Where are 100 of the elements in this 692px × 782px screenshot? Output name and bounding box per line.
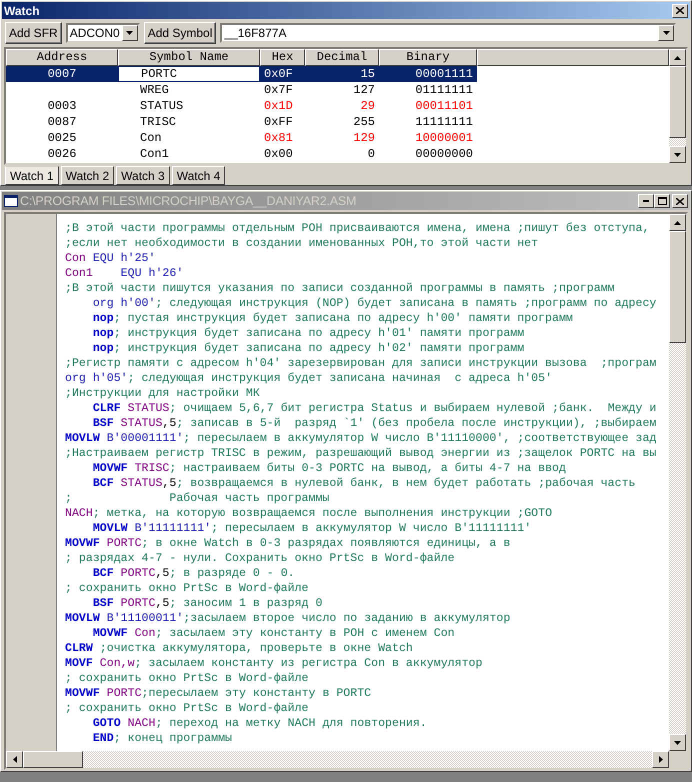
close-icon	[676, 198, 684, 204]
column-header[interactable]: Decimal	[305, 49, 379, 66]
scroll-left-button[interactable]	[6, 751, 23, 768]
table-cell: 0007	[6, 66, 118, 82]
table-cell-text: 255	[352, 114, 376, 130]
table-cell-text: WREG	[139, 82, 170, 98]
code-line: ;Настраиваем регистр TRISC в режим, разрешающий вывод энергии из ;защелок PORTC на вы	[65, 446, 658, 461]
code-line: Con EQU h'25'	[65, 251, 156, 266]
window-icon	[4, 195, 18, 207]
code-line: CLRF STATUS; очищаем 5,6,7 бит регистра Status и выбираем нулевой ;банк. Между и	[92, 401, 658, 416]
scroll-down-button[interactable]	[669, 734, 686, 751]
table-cell-text: 11111111	[414, 114, 474, 130]
window-title: C:\PROGRAM FILES\MICROCHIP\BAYGA__DANIYAR2.ASM	[20, 194, 358, 208]
code-line: nop; инструкция будет записана по адресу h′01′ памяти программ	[92, 326, 526, 341]
table-cell-text: 0003	[46, 98, 78, 114]
code-line: BSF PORTC,5; заносим 1 в разряд 0	[92, 596, 324, 611]
column-header[interactable]: Binary	[379, 49, 477, 66]
watch-tab[interactable]: Watch 3	[116, 166, 170, 185]
code-line: MOVLW B'00001111'; пересылаем в аккумулятор W число B′11110000′, ;соответствующее зад	[65, 431, 658, 446]
scroll-right-button[interactable]	[652, 751, 669, 768]
code-line: MOVWF TRISC; настраиваем биты 0-3 PORTC на вывод, а биты 4-7 на ввод	[92, 461, 567, 476]
sfr-dropdown[interactable]: ADCON0	[66, 23, 140, 43]
scroll-down-button[interactable]	[669, 146, 686, 163]
scroll-thumb[interactable]	[669, 66, 686, 138]
left-arrow-icon	[12, 756, 16, 763]
code-line: ;Инструкции для настройки МК	[65, 386, 261, 401]
table-cell-text: 00000000	[414, 146, 474, 162]
window-title: Watch	[4, 4, 41, 18]
table-cell: 0x0F	[260, 66, 305, 82]
close-button[interactable]	[672, 4, 688, 18]
code-line: ; Рабочая часть программы	[65, 491, 330, 506]
code-line: BCF STATUS,5; возвращаемся в нулевой банк, в нем будет работать ;рабочая часть	[92, 476, 637, 491]
code-line: nop; пустая инструкция будет записана по адресу h′00′ памяти программ	[92, 311, 574, 326]
column-header[interactable]: Hex	[260, 49, 305, 66]
code-line: ;если нет необходимости в создании именованных РОН,то этой части нет	[65, 236, 540, 251]
scroll-up-button[interactable]	[669, 49, 686, 66]
table-cell-text: 0025	[46, 130, 78, 146]
code-line: Con1 EQU h'26'	[65, 266, 184, 281]
column-header[interactable]: Symbol Name	[118, 49, 260, 66]
code-line: MOVWF PORTC; в окне Watch в 0-3 разрядах появляются единицы, а в	[65, 536, 512, 551]
code-line: ;В этой части пишутся указания по записи созданной программы в память ;программ	[65, 281, 616, 296]
table-cell-text: Con	[139, 130, 163, 146]
table-cell-text: 0026	[46, 146, 78, 162]
code-line: MOVF Con,w; засылаем константу из регистра Con в аккумулятор	[65, 656, 484, 671]
code-line: NACH; метка, на которую возвращаемся после выполнения инструкции ;GOTO	[65, 506, 554, 521]
symbol-dropdown[interactable]: __16F877A	[220, 23, 676, 43]
table-cell-text: 0x81	[263, 130, 294, 146]
table-cell-text: 0x1D	[263, 98, 294, 114]
vertical-scrollbar[interactable]	[669, 214, 686, 751]
table-cell-text: Con1	[139, 146, 170, 162]
table-cell: 00001111	[379, 66, 477, 82]
add-sfr-button[interactable]: Add SFR	[5, 22, 62, 44]
down-arrow-icon	[674, 740, 681, 744]
table-cell-text: 01111111	[414, 82, 474, 98]
horizontal-scrollbar[interactable]	[6, 751, 686, 768]
up-arrow-icon	[674, 220, 681, 224]
code-line: ; сохранить окно PrtSc в Word-файле	[65, 701, 310, 716]
code-line: ;В этой части программы отдельным РОН присваиваются имена, имена ;пишут без отступа,	[65, 221, 650, 236]
code-line: BSF STATUS,5; записав в 5-й разряд `1′ (без пробела после инструкции), ;выбираем	[92, 416, 658, 431]
table-cell-text: 129	[352, 130, 376, 146]
table-cell-text: 0x7F	[263, 82, 294, 98]
code-line: ; сохранить окно PrtSc в Word-файле	[65, 671, 310, 686]
table-cell-text: 10000001	[414, 130, 474, 146]
table-cell-text: 29	[360, 98, 376, 114]
code-line: BCF PORTC,5; в разряде 0 - 0.	[92, 566, 296, 581]
table-cell-text: 0x00	[263, 146, 294, 162]
scroll-up-button[interactable]	[669, 214, 686, 231]
code-line: GOTO NACH; переход на метку NACH для повторения.	[92, 716, 428, 731]
watch-tab[interactable]: Watch 1	[5, 166, 59, 185]
vertical-scrollbar[interactable]	[669, 49, 686, 163]
scroll-thumb[interactable]	[23, 751, 83, 768]
table-cell-text: 0xFF	[263, 114, 294, 130]
table-cell-text: 0	[366, 146, 376, 162]
table-cell-text: 00011101	[414, 98, 474, 114]
table-cell-text: 127	[352, 82, 376, 98]
watch-tab[interactable]: Watch 4	[172, 166, 226, 185]
code-line: END; конец программы	[92, 731, 233, 746]
column-header[interactable]: Address	[6, 49, 118, 66]
maximize-icon	[658, 197, 666, 205]
code-line: ; сохранить окно PrtSc в Word-файле	[65, 581, 310, 596]
down-arrow-icon	[674, 152, 681, 156]
code-line: CLRW ;очистка аккумулятора, проверьте в окне Watch	[65, 641, 414, 656]
minimize-icon	[643, 200, 649, 202]
add-symbol-button[interactable]: Add Symbol	[144, 22, 216, 44]
code-line: org h'00'; следующая инструкция (NOP) будет записана в память ;программ по адресу	[92, 296, 658, 311]
table-cell: 15	[305, 66, 379, 82]
table-cell: PORTC	[118, 66, 260, 82]
right-arrow-icon	[658, 756, 662, 763]
code-line: MOVWF PORTC;пересылаем эту константу в PORTC	[65, 686, 372, 701]
code-line: ; разрядах 4-7 - нули. Сохранить окно PrtSc в Word-файле	[65, 551, 456, 566]
code-line: ;Регистр памяти с адресом h'04' зарезервирован для записи инструкции вызова ;програм	[65, 356, 658, 371]
table-cell-text: STATUS	[139, 98, 184, 114]
code-line: MOVLW B'11111111'; пересылаем в аккумулятор W число B′11111111′	[92, 521, 532, 536]
code-line: org h'05'; следующая инструкция будет записана начиная с адреса h′05′	[65, 371, 554, 386]
scroll-thumb[interactable]	[669, 231, 686, 343]
code-line: MOVWF Con; засылаем эту константу в РОН с именем Con	[92, 626, 456, 641]
watch-tab[interactable]: Watch 2	[60, 166, 114, 185]
table-cell-text: TRISC	[139, 114, 178, 130]
table-cell-text: 0087	[46, 114, 78, 130]
code-line: nop; инструкция будет записана по адресу h′02′ памяти программ	[92, 341, 526, 356]
